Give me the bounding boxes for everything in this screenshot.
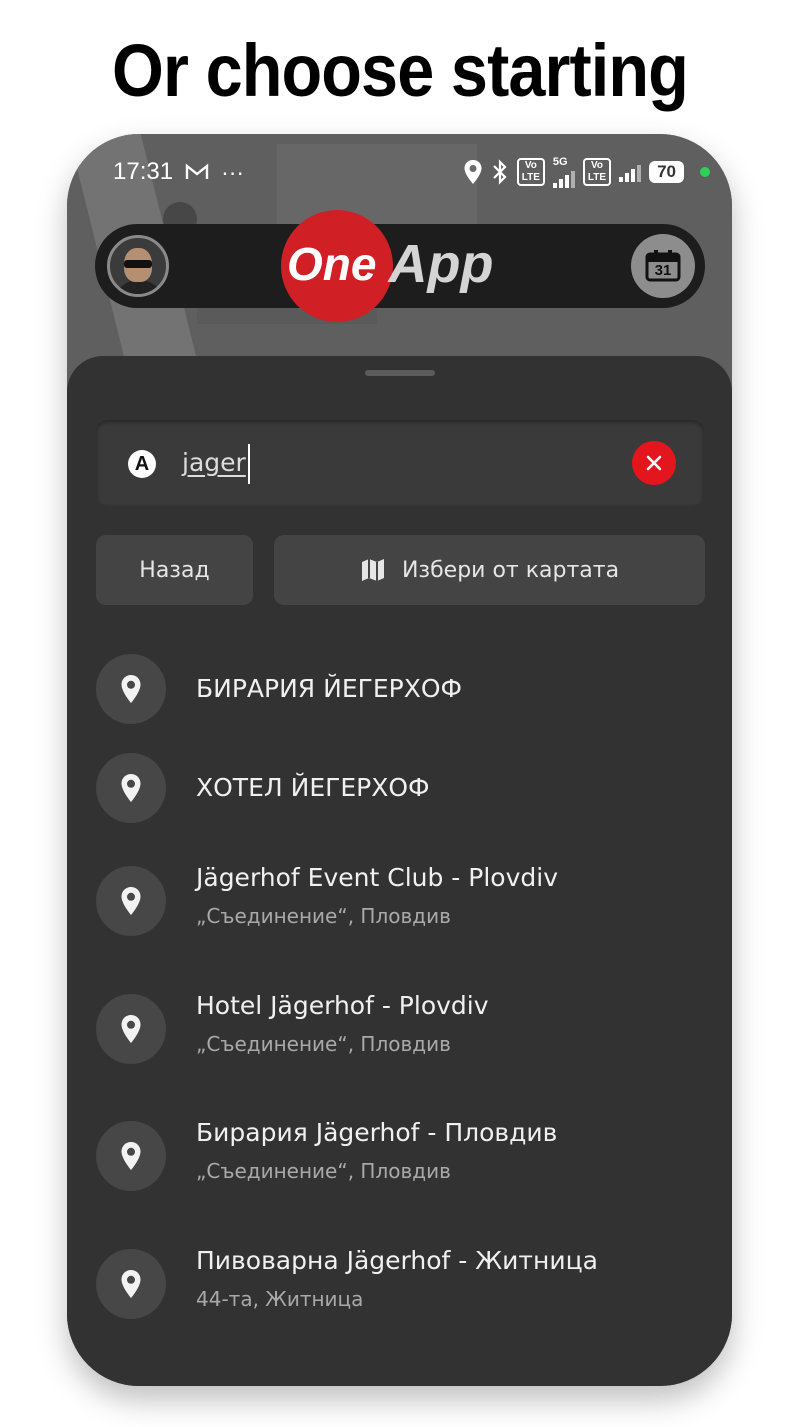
volte-icon: Vo LTE [516, 158, 545, 186]
bluetooth-icon [491, 159, 509, 185]
map-icon [361, 559, 384, 581]
signal-5g-icon: 5G [552, 156, 575, 188]
location-pin-icon [121, 887, 141, 915]
result-subtitle: „Съединение“, Пловдив [196, 1159, 451, 1183]
location-pin-icon [121, 774, 141, 802]
place-pin-button [96, 1121, 166, 1191]
privacy-indicator-dot [700, 167, 710, 177]
calendar-button[interactable]: 31 [631, 234, 695, 298]
result-title: БИРАРИЯ ЙЕГЕРХОФ [196, 674, 463, 703]
back-button-label: Назад [139, 557, 210, 583]
back-button[interactable]: Назад [96, 535, 253, 605]
origin-a-icon: A [128, 450, 156, 478]
location-pin-icon [121, 675, 141, 703]
clear-search-button[interactable] [632, 441, 676, 485]
place-pin-button [96, 866, 166, 936]
result-title: Jägerhof Event Club - Plovdiv [196, 863, 558, 892]
result-title: ХОТЕЛ ЙЕГЕРХОФ [196, 773, 430, 802]
avatar[interactable] [107, 235, 169, 297]
location-pin-icon [121, 1270, 141, 1298]
app-logo: One App [281, 210, 493, 322]
logo-one-text: One [287, 238, 377, 290]
battery-badge: 70 [649, 161, 684, 183]
location-pin-icon [121, 1142, 141, 1170]
logo-app-text: App [388, 234, 494, 294]
status-time: 17:31 [113, 158, 174, 185]
close-icon [646, 455, 662, 471]
promo-headline: Or choose starting [112, 29, 689, 112]
app-header: One App 31 [95, 210, 705, 322]
place-pin-button [96, 654, 166, 724]
signal-icon [619, 162, 642, 182]
calendar-icon: 31 [645, 250, 681, 282]
sheet-drag-handle[interactable] [365, 370, 435, 376]
location-pin-icon [121, 1015, 141, 1043]
result-title: Бирария Jägerhof - Пловдив [196, 1118, 558, 1147]
phone-frame: 17:31 ··· Vo LTE 5G Vo LTE 70 One App 31… [67, 134, 732, 1386]
pick-from-map-label: Избери от картата [401, 557, 620, 583]
result-subtitle: 44-та, Житница [196, 1287, 364, 1311]
result-subtitle: „Съединение“, Пловдив [196, 1032, 451, 1056]
place-pin-button [96, 753, 166, 823]
search-sheet: A jager Назад Избери от картата БИРАРИЯ … [67, 356, 732, 1386]
place-pin-button [96, 994, 166, 1064]
location-icon [463, 159, 483, 185]
place-pin-button [96, 1249, 166, 1319]
pick-from-map-button[interactable]: Избери от картата [274, 535, 705, 605]
result-title: Hotel Jägerhof - Plovdiv [196, 991, 489, 1020]
result-subtitle: „Съединение“, Пловдив [196, 904, 451, 928]
text-caret [247, 444, 250, 484]
more-notifications-icon: ··· [221, 158, 245, 185]
gmail-icon [185, 163, 209, 181]
volte-icon-2: Vo LTE [582, 158, 612, 186]
result-title: Пивоварна Jägerhof - Житница [196, 1246, 598, 1275]
search-input-container[interactable]: A jager [96, 420, 704, 506]
search-input[interactable]: jager [182, 444, 250, 484]
status-bar: 17:31 ··· Vo LTE 5G Vo LTE 70 [67, 134, 732, 210]
